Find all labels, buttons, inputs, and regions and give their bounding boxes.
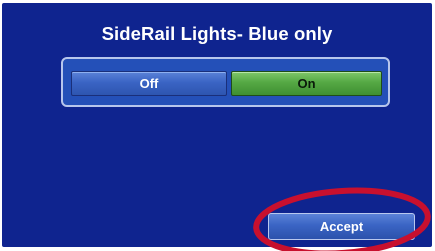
accept-button[interactable]: Accept xyxy=(268,213,415,240)
screen: SideRail Lights- Blue only Off On Accept xyxy=(0,0,435,251)
off-button[interactable]: Off xyxy=(71,71,227,96)
on-button[interactable]: On xyxy=(231,71,382,96)
light-toggle-group: Off On xyxy=(61,57,390,107)
dialog-panel: SideRail Lights- Blue only Off On xyxy=(2,3,432,247)
dialog-title: SideRail Lights- Blue only xyxy=(101,23,333,44)
